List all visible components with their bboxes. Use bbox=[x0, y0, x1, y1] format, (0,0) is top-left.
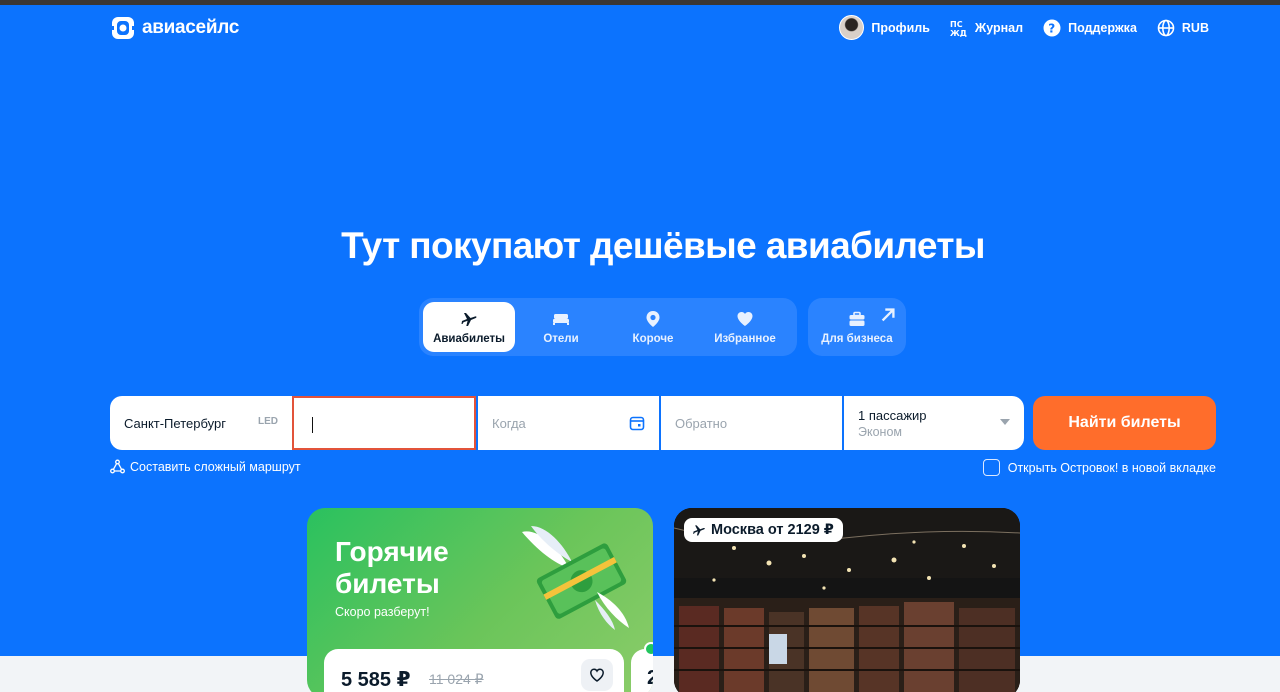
moscow-price-badge: Москва от 2129 ₽ bbox=[684, 518, 843, 542]
hot-tickets-title: Горячие билеты bbox=[335, 536, 449, 599]
add-to-favorites-button[interactable] bbox=[581, 659, 613, 691]
logo-icon bbox=[111, 17, 135, 39]
plane-icon bbox=[693, 525, 705, 536]
route-icon bbox=[110, 459, 125, 474]
cabin-class-value: Эконом bbox=[858, 424, 902, 439]
nav-currency[interactable]: RUB bbox=[1157, 19, 1209, 37]
tab-short-label: Короче bbox=[632, 332, 674, 345]
return-date-field[interactable]: Обратно bbox=[659, 396, 842, 450]
bed-icon bbox=[553, 313, 569, 325]
external-link-icon bbox=[881, 308, 895, 322]
help-icon: ? bbox=[1043, 19, 1061, 36]
offer-old-price: 11 024 ₽ bbox=[429, 671, 484, 687]
nav-journal[interactable]: ПС ЖД Журнал bbox=[950, 19, 1023, 37]
return-date-placeholder: Обратно bbox=[675, 415, 728, 431]
tab-flights[interactable]: Авиабилеты bbox=[423, 302, 515, 352]
passengers-field[interactable]: 1 пассажир Эконом bbox=[842, 396, 1024, 450]
tab-favorites[interactable]: Избранное bbox=[699, 302, 791, 352]
origin-value: Санкт-Петербург bbox=[124, 415, 226, 431]
plane-icon bbox=[461, 312, 477, 326]
next-offer-price: 2 bbox=[647, 667, 653, 689]
origin-code: LED bbox=[258, 416, 278, 427]
tab-business-label: Для бизнеса bbox=[821, 332, 893, 345]
svg-text:ПС: ПС bbox=[950, 20, 963, 29]
text-cursor bbox=[312, 417, 313, 433]
departure-date-field[interactable]: Когда bbox=[476, 396, 659, 450]
passengers-value: 1 пассажир bbox=[858, 407, 927, 423]
nav-profile-label: Профиль bbox=[871, 20, 930, 35]
moscow-promo-card[interactable]: Москва от 2129 ₽ bbox=[674, 508, 1020, 692]
tab-favorites-label: Избранное bbox=[714, 332, 776, 345]
svg-text:?: ? bbox=[1048, 21, 1055, 35]
complex-route-label: Составить сложный маршрут bbox=[130, 459, 301, 474]
complex-route-link[interactable]: Составить сложный маршрут bbox=[110, 459, 301, 474]
find-tickets-button[interactable]: Найти билеты bbox=[1033, 396, 1216, 450]
origin-field[interactable]: Санкт-Петербург LED bbox=[110, 396, 292, 450]
open-ostrovok-checkbox[interactable] bbox=[982, 459, 1000, 476]
header-nav: Профиль ПС ЖД Журнал ? Поддержка RUB bbox=[839, 15, 1209, 40]
nav-profile[interactable]: Профиль bbox=[839, 15, 930, 40]
calendar-icon bbox=[629, 416, 645, 431]
tab-short[interactable]: Короче bbox=[607, 302, 699, 352]
nav-journal-label: Журнал bbox=[974, 20, 1024, 35]
moscow-price-label: Москва от 2129 ₽ bbox=[711, 522, 834, 538]
heart-outline-icon bbox=[590, 668, 604, 682]
tab-flights-label: Авиабилеты bbox=[433, 332, 505, 345]
briefcase-icon bbox=[849, 311, 865, 326]
flying-money-icon bbox=[522, 526, 629, 630]
heart-icon bbox=[737, 311, 753, 326]
nav-support[interactable]: ? Поддержка bbox=[1043, 19, 1137, 37]
tab-business[interactable]: Для бизнеса bbox=[808, 298, 906, 356]
avatar bbox=[839, 15, 865, 40]
hot-ticket-offer[interactable]: 5 585 ₽ 11 024 ₽ bbox=[324, 649, 624, 692]
journal-icon: ПС ЖД bbox=[950, 20, 967, 37]
hot-tickets-card[interactable]: Горячие билеты Скоро разберут! 5 585 ₽ 1… bbox=[307, 508, 653, 692]
svg-text:ЖД: ЖД bbox=[950, 29, 967, 37]
logo-text: авиасейлс bbox=[142, 17, 239, 38]
nav-support-label: Поддержка bbox=[1068, 20, 1137, 35]
status-badge bbox=[644, 642, 653, 656]
destination-field[interactable] bbox=[292, 396, 476, 450]
logo[interactable]: авиасейлс bbox=[111, 16, 239, 40]
departure-date-placeholder: Когда bbox=[492, 415, 526, 431]
tab-hotels[interactable]: Отели bbox=[515, 302, 607, 352]
window-top-border bbox=[0, 0, 1280, 5]
open-ostrovok-option[interactable]: Открыть Островок! в новой вкладке bbox=[982, 459, 1216, 476]
search-tabs: Авиабилеты Отели Короче Избранное bbox=[419, 298, 797, 356]
tab-hotels-label: Отели bbox=[543, 332, 579, 345]
pin-icon bbox=[646, 310, 660, 327]
globe-icon bbox=[1157, 19, 1175, 36]
chevron-down-icon bbox=[1000, 419, 1010, 425]
open-ostrovok-label: Открыть Островок! в новой вкладке bbox=[1007, 460, 1216, 475]
search-form: Санкт-Петербург LED Когда Обратно 1 пасс… bbox=[110, 396, 1024, 450]
offer-price: 5 585 ₽ bbox=[341, 669, 411, 691]
page-title: Тут покупают дешёвые авиабилеты bbox=[341, 225, 985, 266]
hot-tickets-subtitle: Скоро разберут! bbox=[335, 605, 430, 619]
nav-currency-label: RUB bbox=[1181, 20, 1209, 35]
